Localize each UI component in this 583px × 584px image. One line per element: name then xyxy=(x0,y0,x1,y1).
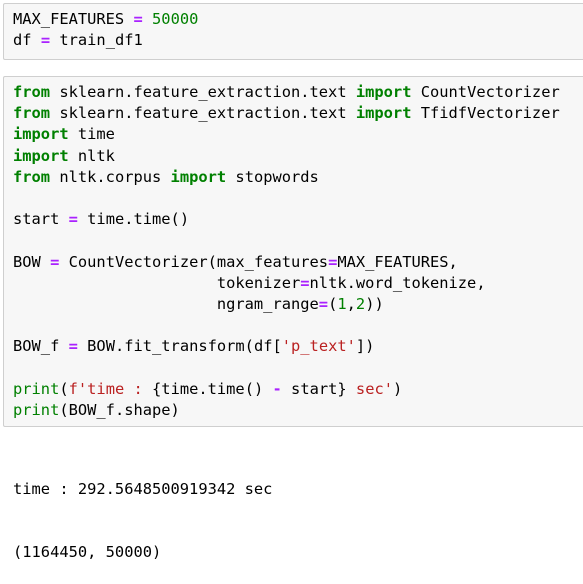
code-line: import nltk xyxy=(13,146,115,165)
code-line: MAX_FEATURES = 50000 xyxy=(13,10,199,28)
code-cell-1[interactable]: MAX_FEATURES = 50000 df = train_df1 xyxy=(3,3,583,60)
code-editor-1[interactable]: MAX_FEATURES = 50000 df = train_df1 xyxy=(13,9,198,51)
cell-output: time : 292.5648500919342 sec (1164450, 5… xyxy=(13,437,272,584)
code-line: df = train_df1 xyxy=(13,31,143,50)
code-line: start = time.time() xyxy=(13,210,190,229)
code-line: print(f'time : {time.time() - start} sec… xyxy=(13,379,403,398)
code-editor-2[interactable]: from sklearn.feature_extraction.text imp… xyxy=(13,82,560,421)
code-line: from sklearn.feature_extraction.text imp… xyxy=(13,104,560,123)
code-cell-2[interactable]: from sklearn.feature_extraction.text imp… xyxy=(3,76,583,427)
code-line: tokenizer=nltk.word_tokenize, xyxy=(13,273,486,292)
code-line: BOW = CountVectorizer(max_features=MAX_F… xyxy=(13,252,458,271)
output-line-time: time : 292.5648500919342 sec xyxy=(13,480,273,498)
code-line: ngram_range=(1,2)) xyxy=(13,294,384,313)
code-line: from nltk.corpus import stopwords xyxy=(13,167,319,186)
code-line: BOW_f = BOW.fit_transform(df['p_text']) xyxy=(13,337,375,356)
code-line: print(BOW_f.shape) xyxy=(13,400,180,419)
code-line: import time xyxy=(13,125,115,144)
code-line: from sklearn.feature_extraction.text imp… xyxy=(13,83,560,101)
output-line-shape: (1164450, 50000) xyxy=(13,543,162,561)
